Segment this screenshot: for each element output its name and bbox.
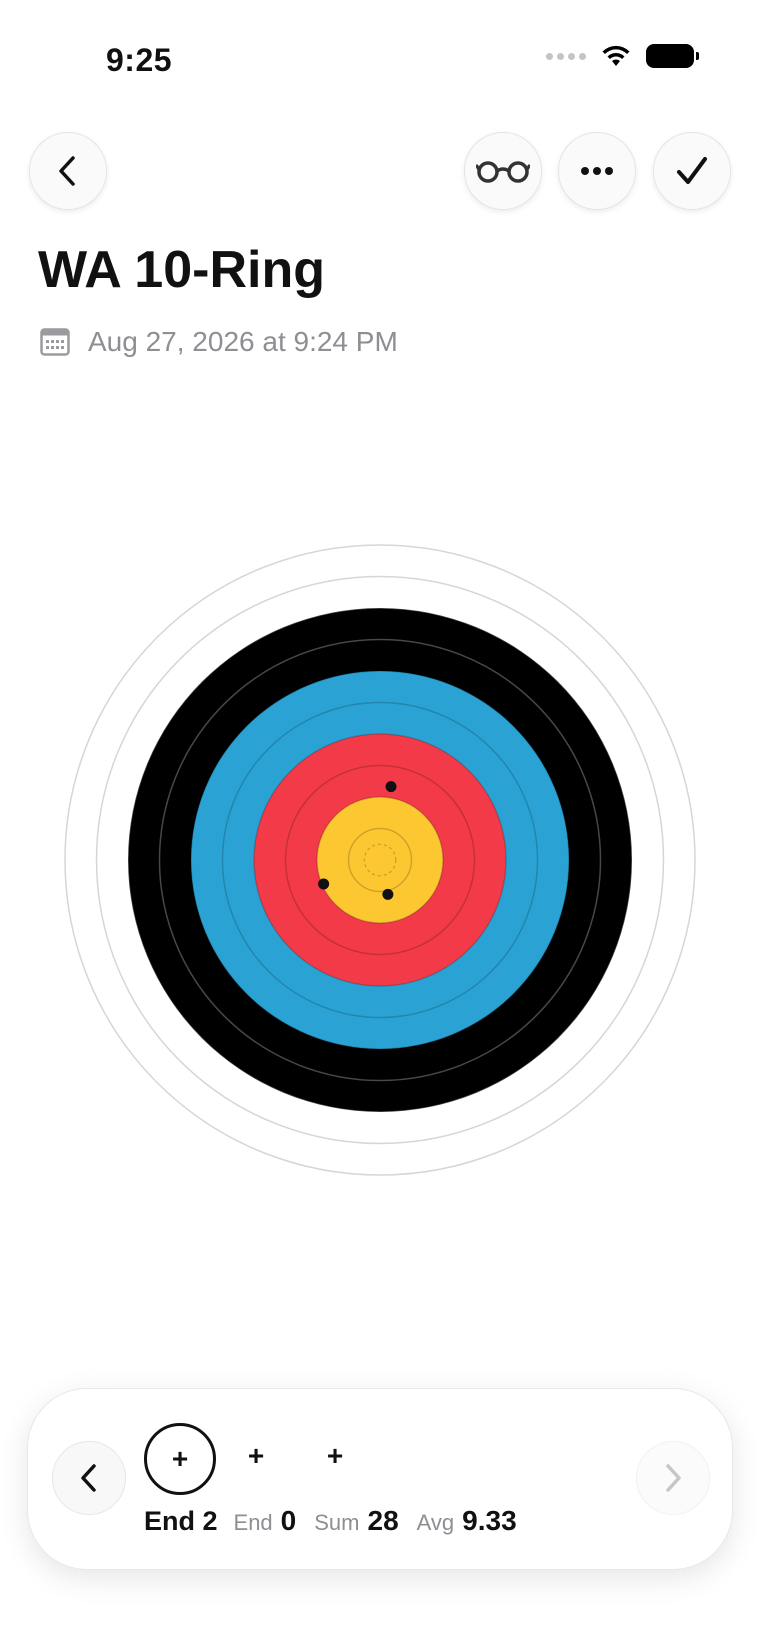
end-panel: + + + End 2 End 0 Sum 28 Avg 9.33 xyxy=(27,1388,733,1570)
arrow-hit-2[interactable] xyxy=(318,878,330,890)
arrow-slot-1[interactable]: + xyxy=(144,1423,216,1495)
target-face[interactable] xyxy=(63,543,697,1177)
previous-end-button[interactable] xyxy=(52,1441,126,1515)
arrow-slot-2[interactable]: + xyxy=(223,1423,289,1489)
avg-label: Avg xyxy=(416,1510,455,1535)
cellular-dots-icon xyxy=(546,52,586,60)
end-value: 0 xyxy=(280,1505,297,1536)
avg-value: 9.33 xyxy=(462,1505,517,1536)
end-stats: End 2 End 0 Sum 28 Avg 9.33 xyxy=(144,1505,535,1537)
back-chevron-icon xyxy=(59,156,75,186)
session-date: Aug 27, 2026 at 9:24 PM xyxy=(88,326,398,357)
arrow-hit-3[interactable] xyxy=(382,888,394,900)
chevron-right-icon xyxy=(666,1464,681,1492)
status-icons xyxy=(546,44,699,68)
glasses-icon xyxy=(476,161,530,183)
more-button[interactable] xyxy=(558,132,636,210)
focus-mode-button[interactable] xyxy=(464,132,542,210)
done-button[interactable] xyxy=(653,132,731,210)
more-ellipsis-icon xyxy=(581,167,613,175)
arrow-hit-1[interactable] xyxy=(385,781,397,793)
date-row: Aug 27, 2026 at 9:24 PM xyxy=(40,326,398,358)
back-button[interactable] xyxy=(29,132,107,210)
sum-label: Sum xyxy=(314,1510,360,1535)
calendar-icon xyxy=(40,328,70,356)
next-end-button[interactable] xyxy=(636,1441,710,1515)
arrow-slot-3[interactable]: + xyxy=(302,1423,368,1489)
target-svg[interactable] xyxy=(63,543,697,1177)
page-title: WA 10-Ring xyxy=(38,241,325,299)
wifi-icon xyxy=(602,45,630,66)
end-label: End xyxy=(233,1510,273,1535)
sum-value: 28 xyxy=(367,1505,399,1536)
status-time: 9:25 xyxy=(106,42,173,78)
screen: 9:25 WA 10-Ring Aug 27, 2026 at 9:24 PM … xyxy=(0,0,760,1652)
current-end-label: End 2 xyxy=(144,1506,218,1536)
ring-10 xyxy=(347,827,413,893)
battery-icon xyxy=(646,44,699,68)
checkmark-icon xyxy=(677,157,707,184)
chevron-left-icon xyxy=(81,1464,96,1492)
